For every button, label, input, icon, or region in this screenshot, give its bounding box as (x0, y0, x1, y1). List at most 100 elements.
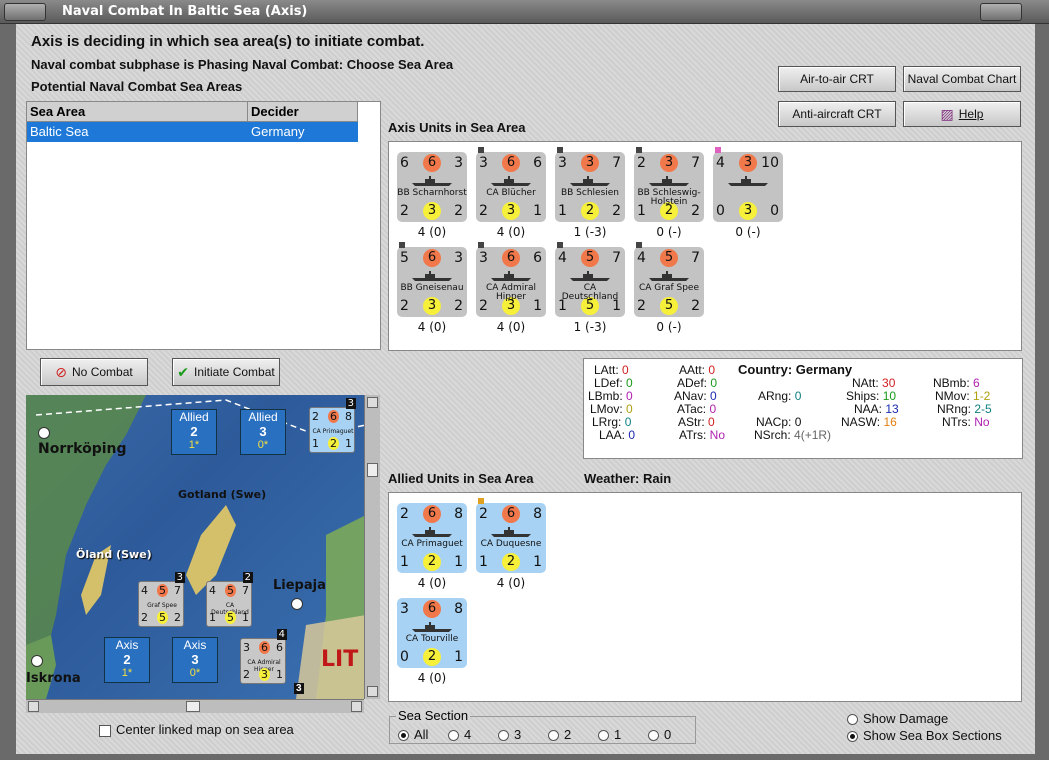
allied-sea-box-2[interactable]: Allied 2 1* (171, 409, 217, 455)
unit-tr: 3 (454, 155, 463, 171)
scroll-down-icon[interactable] (367, 686, 378, 697)
stack-tr: 6 (276, 641, 283, 654)
stat-nbmb: NBmb: 6 (933, 376, 980, 390)
unit-hits: 4 (0) (496, 576, 526, 590)
radio-dot[interactable] (448, 730, 459, 742)
table-header: Sea Area Decider (27, 102, 380, 122)
map-stack-graf-spee[interactable]: 3 4 5 7 Graf Spee 2 5 2 (138, 572, 185, 627)
axis-unit-counter[interactable]: 3 6 2 1 6 3 CA Admiral Hipper 4 (0) (476, 242, 546, 334)
stack-tl: 4 (209, 584, 216, 597)
unit-attack: 3 (581, 154, 599, 172)
stat-lbmb: LBmb: 0 (588, 389, 633, 403)
no-combat-button[interactable]: ⊘ No Combat (40, 358, 148, 386)
checkbox-box[interactable] (99, 724, 111, 737)
axis-unit-counter[interactable]: 4 7 1 1 5 5 CA Deutschland 1 (-3) (555, 242, 625, 334)
radio-dot[interactable] (847, 731, 858, 743)
baltic-map[interactable]: Norrköping Gotland (Swe) Öland (Swe) Lie… (26, 395, 366, 699)
scroll-up-icon[interactable] (367, 397, 378, 408)
unit-tr: 10 (761, 155, 779, 171)
unit-tl: 6 (400, 155, 409, 171)
axis-unit-counter[interactable]: 4 7 2 2 5 5 CA Graf Spee 0 (-) (634, 242, 704, 334)
status-heading: Axis is deciding in which sea area(s) to… (31, 33, 425, 50)
stack-name: CA Primaguet (312, 428, 354, 435)
column-decider[interactable]: Decider (248, 102, 358, 122)
help-button[interactable]: ▨ Help (903, 101, 1021, 127)
radio-dot[interactable] (598, 730, 609, 742)
axis-unit-counter[interactable]: 3 6 2 1 6 3 CA Blücher 4 (0) (476, 147, 546, 239)
initiate-combat-button[interactable]: ✔ Initiate Combat (172, 358, 280, 386)
map-horizontal-scrollbar[interactable] (26, 699, 364, 713)
axis-unit-counter[interactable]: 5 3 2 2 6 3 BB Gneisenau 4 (0) (397, 242, 467, 334)
allied-sea-box-3[interactable]: Allied 3 0* (240, 409, 286, 455)
scroll-right-icon[interactable] (351, 701, 362, 712)
section-radio-2[interactable]: 2 (548, 727, 571, 742)
unit-tr: 7 (612, 155, 621, 171)
allied-unit-counter[interactable]: 2 8 1 1 6 2 CA Primaguet 4 (0) (397, 503, 467, 590)
anti-aircraft-crt-button[interactable]: Anti-aircraft CRT (778, 101, 896, 127)
axis-sea-box-2[interactable]: Axis 2 1* (104, 637, 150, 683)
allied-unit-counter[interactable]: 3 8 0 1 6 2 CA Tourville 4 (0) (397, 598, 467, 685)
stack-bot: 3 (259, 668, 270, 681)
show-sea-box-radio[interactable]: Show Sea Box Sections (847, 728, 1002, 743)
window-left-button[interactable] (4, 3, 46, 21)
allied-unit-counter[interactable]: 2 8 1 1 6 2 CA Duquesne 4 (0) (476, 498, 546, 590)
axis-unit-counter[interactable]: 6 3 2 2 6 3 BB Scharnhorst 4 (0) (397, 152, 467, 239)
map-stack-deutschland[interactable]: 2 4 5 7 CA Deutschland 1 5 1 (206, 572, 253, 627)
stack-tl: 3 (243, 641, 250, 654)
section-radio-1[interactable]: 1 (598, 727, 621, 742)
map-vertical-scrollbar[interactable] (364, 395, 380, 699)
column-sea-area[interactable]: Sea Area (27, 102, 248, 122)
air-to-air-crt-button[interactable]: Air-to-air CRT (778, 66, 896, 92)
box-num: 3 (259, 424, 267, 439)
stack-bot: 5 (157, 611, 168, 624)
section-radio-0[interactable]: 0 (648, 727, 671, 742)
section-radio-all[interactable]: All (398, 727, 428, 742)
unit-attack: 5 (581, 249, 599, 267)
unit-hits: 4 (0) (417, 320, 447, 334)
section-radio-4[interactable]: 4 (448, 727, 471, 742)
unit-hits: 0 (-) (656, 320, 682, 334)
unit-tl: 3 (479, 155, 488, 171)
radio-dot[interactable] (498, 730, 509, 742)
naval-combat-chart-button[interactable]: Naval Combat Chart (903, 66, 1021, 92)
show-damage-radio[interactable]: Show Damage (847, 711, 948, 726)
table-row[interactable]: Baltic Sea Germany (27, 122, 358, 142)
unit-tl: 2 (637, 155, 646, 171)
unit-attack: 3 (660, 154, 678, 172)
unit-bl: 1 (558, 203, 567, 219)
stat-ldef: LDef: 0 (594, 376, 633, 390)
unit-br: 2 (454, 203, 463, 219)
radio-dot[interactable] (847, 714, 858, 726)
axis-unit-counter[interactable]: 3 7 1 2 3 2 BB Schlesien 1 (-3) (555, 147, 625, 239)
section-radio-3[interactable]: 3 (498, 727, 521, 742)
radio-dot[interactable] (548, 730, 559, 742)
scroll-thumb[interactable] (367, 463, 378, 477)
axis-unit-counter[interactable]: 2 7 1 2 3 2 BB Schleswig-Holstein 0 (-) (634, 147, 704, 239)
stat-naa: NAA: 13 (854, 402, 899, 416)
unit-name: CA Deutschland (561, 283, 619, 302)
radio-dot[interactable] (398, 730, 409, 742)
unit-hits: 4 (0) (496, 225, 526, 239)
map-stack-admiral-hipper[interactable]: 4 3 6 6 CA Admiral Hipper 2 3 1 (240, 629, 287, 684)
unit-attack: 6 (502, 505, 520, 523)
window-right-button[interactable] (980, 3, 1022, 21)
stat-latt: LAtt: 0 (594, 363, 629, 377)
box-sub: 1* (121, 667, 133, 679)
map-label-oland: Öland (Swe) (76, 548, 152, 561)
scroll-thumb[interactable] (186, 701, 200, 712)
axis-unit-counter[interactable]: 4 10 0 0 3 3 0 (-) (713, 147, 783, 239)
map-stack-primaguet[interactable]: 3 2 6 8 CA Primaguet 1 2 1 (309, 398, 356, 453)
unit-hits: 0 (-) (656, 225, 682, 239)
sea-area-table: Sea Area Decider Baltic Sea Germany (26, 101, 381, 350)
stack-count: 3 (174, 572, 185, 583)
port-icon (291, 598, 303, 610)
axis-sea-box-3[interactable]: Axis 3 0* (172, 637, 218, 683)
radio-dot[interactable] (648, 730, 659, 742)
stat-nsrch: NSrch: 4(+1R) (754, 428, 832, 442)
center-map-checkbox[interactable]: Center linked map on sea area (99, 722, 294, 737)
scroll-left-icon[interactable] (28, 701, 39, 712)
unit-attack: 6 (502, 154, 520, 172)
port-icon (38, 427, 50, 439)
unit-tr: 8 (454, 506, 463, 522)
stats-panel: LAtt: 0 LDef: 0 LBmb: 0 LMov: 0 LRrg: 0 … (583, 358, 1023, 459)
